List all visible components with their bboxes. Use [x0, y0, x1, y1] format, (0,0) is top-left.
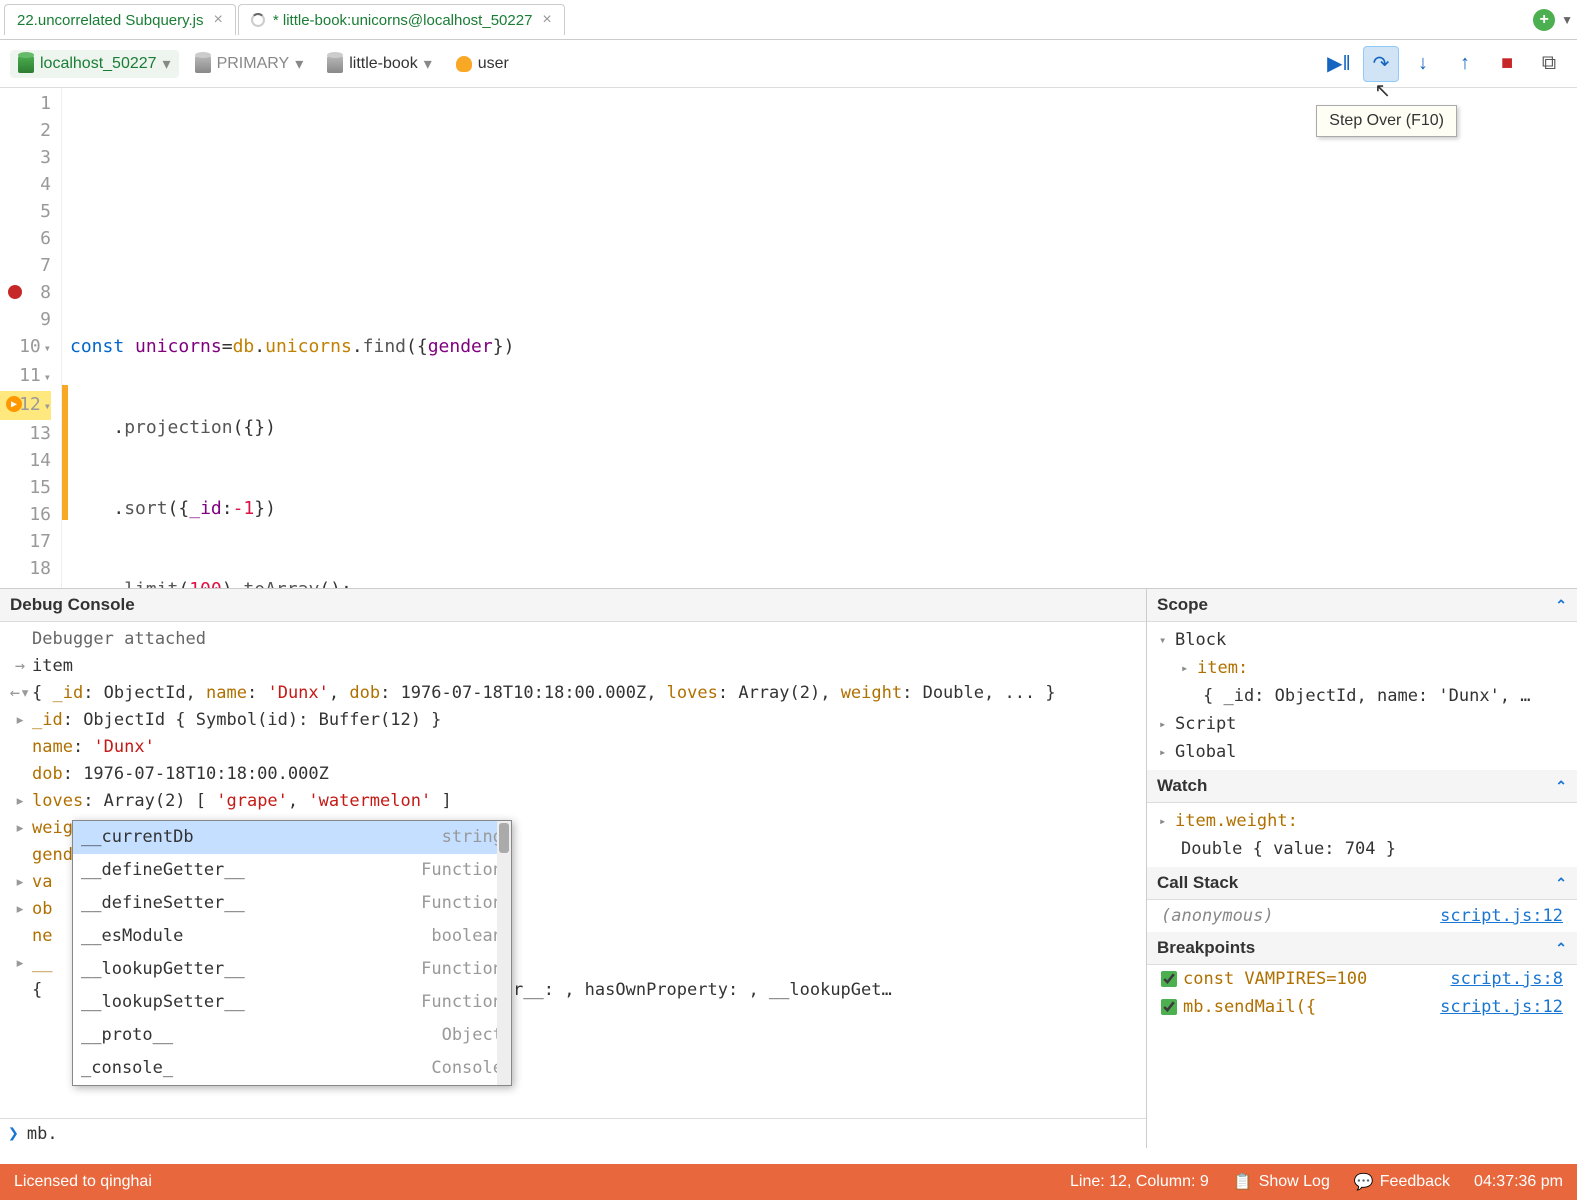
show-log-button[interactable]: 📋 Show Log	[1233, 1172, 1330, 1192]
chevron-down-icon: ▾	[163, 54, 171, 74]
breakpoint-hit-icon[interactable]: ▶	[6, 396, 22, 412]
connection-toolbar: localhost_50227 ▾ PRIMARY ▾ little-book …	[0, 40, 1577, 88]
collapse-icon[interactable]: ⌃	[1555, 875, 1567, 892]
cursor-position: Line: 12, Column: 9	[1070, 1173, 1209, 1191]
scope-header[interactable]: Scope⌃	[1147, 589, 1577, 622]
close-icon[interactable]: ×	[214, 11, 223, 29]
status-bar: Licensed to qinghai Line: 12, Column: 9 …	[0, 1164, 1577, 1200]
step-out-button[interactable]: ↑	[1447, 46, 1483, 82]
collapse-icon[interactable]: ⌃	[1555, 940, 1567, 957]
autocomplete-item[interactable]: __esModuleboolean	[73, 920, 511, 953]
user-indicator: user	[448, 51, 517, 77]
autocomplete-item[interactable]: __lookupSetter__Function	[73, 986, 511, 1019]
collapse-icon[interactable]: ⌃	[1555, 778, 1567, 795]
debug-console-body[interactable]: Debugger attached →item ←▾{ _id: ObjectI…	[0, 622, 1146, 1118]
debug-console-header: Debug Console	[0, 589, 1146, 622]
connection-selector[interactable]: localhost_50227 ▾	[10, 50, 179, 78]
tab-file-2[interactable]: * little-book:unicorns@localhost_50227 ×	[238, 4, 565, 35]
autocomplete-item[interactable]: __lookupGetter__Function	[73, 953, 511, 986]
role-selector[interactable]: PRIMARY ▾	[187, 50, 312, 78]
tab-label: 22.uncorrelated Subquery.js	[17, 12, 204, 29]
autocomplete-item[interactable]: __defineSetter__Function	[73, 887, 511, 920]
database-icon	[195, 55, 211, 73]
breakpoint-checkbox[interactable]	[1161, 999, 1177, 1015]
add-button[interactable]: +	[1533, 9, 1555, 31]
callstack-row[interactable]: (anonymous) script.js:12	[1147, 900, 1577, 932]
toggle-panel-button[interactable]: ⧉	[1531, 46, 1567, 82]
tooltip: Step Over (F10)	[1316, 105, 1457, 137]
breakpoint-checkbox[interactable]	[1161, 971, 1177, 987]
collapse-icon[interactable]: ⌃	[1555, 597, 1567, 614]
clock: 04:37:36 pm	[1474, 1173, 1563, 1191]
database-icon	[327, 55, 343, 73]
resume-button[interactable]: ▶‖	[1321, 46, 1357, 82]
chevron-down-icon: ▾	[295, 54, 303, 74]
callstack-header[interactable]: Call Stack⌃	[1147, 867, 1577, 900]
user-name: user	[478, 55, 509, 73]
code-editor[interactable]: 1234567 8 9 10▾ 11▾ ▶12▾ 13141516171819 …	[0, 88, 1577, 588]
console-input[interactable]: mb.	[27, 1124, 58, 1144]
tabs-bar: 22.uncorrelated Subquery.js × * little-b…	[0, 0, 1577, 40]
user-icon	[456, 56, 472, 72]
watch-header[interactable]: Watch⌃	[1147, 770, 1577, 803]
autocomplete-item[interactable]: __defineGetter__Function	[73, 854, 511, 887]
console-input-row[interactable]: ❯ mb.	[0, 1118, 1146, 1148]
breakpoints-header[interactable]: Breakpoints⌃	[1147, 932, 1577, 965]
prompt-icon: ❯	[8, 1123, 19, 1144]
breakpoint-icon[interactable]	[8, 285, 22, 299]
close-icon[interactable]: ×	[542, 11, 551, 29]
license-text: Licensed to qinghai	[14, 1173, 152, 1191]
breakpoint-row[interactable]: mb.sendMail({ script.js:12	[1147, 993, 1577, 1021]
stop-button[interactable]: ■	[1489, 46, 1525, 82]
line-gutter[interactable]: 1234567 8 9 10▾ 11▾ ▶12▾ 13141516171819	[0, 88, 62, 588]
feedback-button[interactable]: 💬 Feedback	[1354, 1172, 1450, 1192]
tab-label: * little-book:unicorns@localhost_50227	[273, 12, 533, 29]
database-icon	[18, 55, 34, 73]
chevron-down-icon: ▾	[424, 54, 432, 74]
connection-name: localhost_50227	[40, 55, 157, 73]
code-area[interactable]: const unicorns=db.unicorns.find({gender}…	[62, 88, 1577, 588]
database-name: little-book	[349, 55, 417, 73]
autocomplete-item[interactable]: __currentDbstring	[73, 821, 511, 854]
autocomplete-popup[interactable]: __currentDbstring __defineGetter__Functi…	[72, 820, 512, 1086]
chevron-down-icon[interactable]: ▼	[1561, 13, 1573, 27]
database-selector[interactable]: little-book ▾	[319, 50, 440, 78]
spinner-icon	[251, 13, 265, 27]
autocomplete-item[interactable]: _console_Console	[73, 1052, 511, 1085]
autocomplete-item[interactable]: __proto__Object	[73, 1019, 511, 1052]
tab-file-1[interactable]: 22.uncorrelated Subquery.js ×	[4, 4, 236, 35]
role-label: PRIMARY	[217, 55, 290, 73]
step-into-button[interactable]: ↓	[1405, 46, 1441, 82]
cursor-icon: ↖	[1374, 78, 1391, 103]
scrollbar[interactable]	[497, 821, 511, 1085]
step-over-button[interactable]: ↷	[1363, 46, 1399, 82]
breakpoint-row[interactable]: const VAMPIRES=100 script.js:8	[1147, 965, 1577, 993]
